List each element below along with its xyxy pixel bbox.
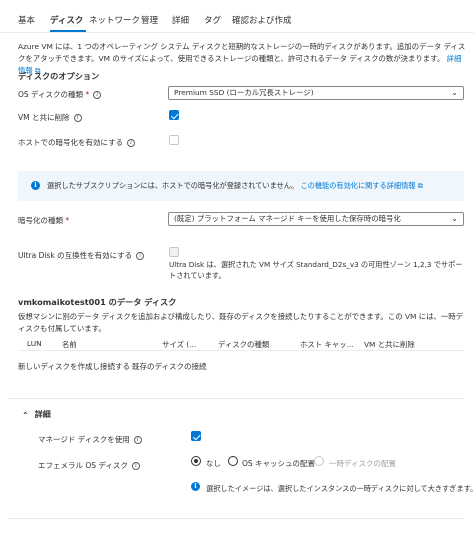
ephemeral-os-disk-label: エフェメラル OS ディスク i [38,460,140,471]
encryption-type-label: 暗号化の種類 * [18,215,69,226]
chevron-up-icon: ⌄ [22,410,29,419]
tab-advanced[interactable]: 詳細 [172,14,189,26]
delete-with-vm-label-text: VM と共に削除 [18,113,70,122]
info-icon[interactable]: i [127,139,136,147]
tab-networking[interactable]: ネットワーク [89,14,140,26]
info-icon[interactable]: i [73,114,82,122]
tab-management[interactable]: 管理 [141,14,158,26]
attach-existing-disk-link[interactable]: 既存のディスクの接続 [132,361,206,372]
host-encryption-learn-more-link[interactable]: この機能の有効化に関する詳細情報 ⧉ [300,181,422,190]
tab-tags[interactable]: タグ [204,14,221,26]
host-encryption-learn-more-label: この機能の有効化に関する詳細情報 [300,181,416,190]
ephemeral-temp-disk-label: 一時ディスクの配置 [329,459,396,468]
host-encryption-label: ホストでの暗号化を有効にする i [18,137,136,148]
column-size: サイズ (... [162,340,197,349]
ephemeral-os-cache-label: OS キャッシュの配置 [242,459,316,468]
ephemeral-info-text: 選択したイメージは、選択したインスタンスの一時ディスクに対して大きすぎます。 [206,484,474,493]
create-attach-disk-link[interactable]: 新しいディスクを作成し接続する [18,361,130,372]
data-disks-description: 仮想マシンに別のデータ ディスクを追加および構成したり、既存のディスクを接続した… [18,312,464,333]
chevron-down-icon: ⌄ [451,88,458,97]
column-disk-type: ディスクの種類 [218,340,270,349]
required-asterisk: * [83,90,90,99]
info-banner-message: 選択したサブスクリプションには、ホストでの暗号化が登録されていません。 [47,181,299,190]
ultra-disk-label: Ultra Disk の互換性を有効にする i [18,250,145,261]
active-tab-indicator [50,30,86,32]
chevron-down-icon: ⌄ [451,214,458,223]
encryption-type-value: (既定) プラットフォーム マネージド キーを使用した保存時の暗号化 [174,214,401,223]
info-banner-text: 選択したサブスクリプションには、ホストでの暗号化が登録されていません。 この機能… [47,181,423,191]
table-header-divider [18,350,464,351]
encryption-type-dropdown[interactable]: (既定) プラットフォーム マネージド キーを使用した保存時の暗号化 ⌄ [168,212,464,226]
info-icon[interactable]: i [93,91,102,99]
tabs-divider [0,32,474,33]
ephemeral-temp-disk-radio[interactable] [314,456,324,466]
intro-text: Azure VM には、1 つのオペレーティング システム ディスクと短期的なス… [18,42,466,63]
info-icon: i [191,482,200,491]
info-banner: i 選択したサブスクリプションには、ホストでの暗号化が登録されていません。 この… [18,171,464,201]
managed-disk-label-text: マネージド ディスクを使用 [38,435,130,444]
ultra-disk-checkbox[interactable] [169,247,179,257]
ultra-disk-label-text: Ultra Disk の互換性を有効にする [18,251,133,260]
os-disk-type-dropdown[interactable]: Premium SSD (ローカル冗長ストレージ) ⌄ [168,86,464,100]
data-disks-title: vmkomaikotest001 のデータ ディスク [18,297,177,307]
managed-disk-checkbox[interactable] [191,431,201,441]
managed-disk-label: マネージド ディスクを使用 i [38,434,142,445]
ephemeral-os-disk-label-text: エフェメラル OS ディスク [38,461,128,470]
column-lun: LUN [27,339,42,348]
required-asterisk: * [63,216,70,225]
external-link-icon: ⧉ [417,181,423,190]
disk-options-title: ディスクのオプション [18,71,100,81]
advanced-expander[interactable]: ⌄ 詳細 [22,409,51,420]
advanced-top-divider [8,398,464,399]
ultra-disk-note: Ultra Disk は、選択された VM サイズ Standard_D2s_v… [169,260,463,280]
column-name: 名前 [62,340,77,349]
os-disk-type-value: Premium SSD (ローカル冗長ストレージ) [174,88,314,97]
ephemeral-none-radio[interactable] [191,456,201,466]
advanced-title: 詳細 [34,410,51,419]
info-icon: i [31,181,40,190]
info-icon[interactable]: i [131,462,140,470]
tab-disks[interactable]: ディスク [50,14,83,26]
info-icon[interactable]: i [136,252,145,260]
delete-with-vm-label: VM と共に削除 i [18,112,82,123]
tab-basics[interactable]: 基本 [18,14,35,26]
delete-with-vm-checkbox[interactable] [169,110,179,120]
ephemeral-os-cache-radio[interactable] [228,456,238,466]
tab-review-create[interactable]: 確認および作成 [232,14,292,26]
host-encryption-checkbox[interactable] [169,135,179,145]
encryption-type-label-text: 暗号化の種類 [18,216,63,225]
column-delete-with-vm: VM と共に削除 [364,340,415,349]
advanced-bottom-divider [8,518,464,519]
ephemeral-none-label: なし [206,459,221,468]
os-disk-type-label: OS ディスクの種類 * i [18,89,102,100]
column-host-caching: ホスト キャッ... [300,340,354,349]
host-encryption-label-text: ホストでの暗号化を有効にする [18,138,124,147]
os-disk-type-label-text: OS ディスクの種類 [18,90,84,99]
info-icon[interactable]: i [133,436,142,444]
